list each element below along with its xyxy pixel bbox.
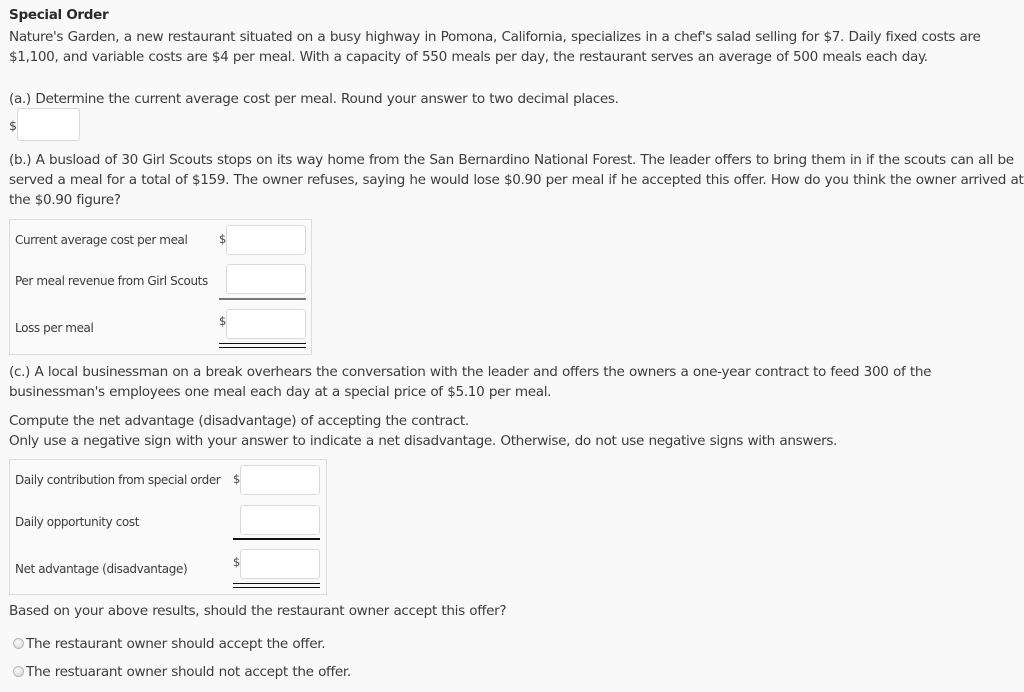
part-b-line-2: served a meal for a total of $159. The o… [9, 172, 1024, 188]
option-not-accept[interactable]: The restuarant owner should not accept t… [13, 662, 373, 682]
part-c-row-label: Net advantage (disadvantage) [15, 562, 188, 576]
part-c-table: Daily contribution from special order $ … [9, 459, 327, 595]
total-rule-top [233, 583, 320, 584]
loss-per-meal-input[interactable] [226, 309, 306, 339]
part-a-question: (a.) Determine the current average cost … [9, 91, 619, 107]
subtotal-rule [233, 538, 320, 540]
daily-contribution-input[interactable] [240, 465, 320, 495]
part-c-row-label: Daily opportunity cost [15, 515, 139, 529]
net-advantage-input[interactable] [240, 549, 320, 579]
total-rule-bottom [233, 587, 320, 588]
intro-line-2: $1,100, and variable costs are $4 per me… [9, 49, 928, 65]
part-c-row-label: Daily contribution from special order [15, 473, 221, 487]
total-rule-bottom [219, 347, 306, 348]
problem-title: Special Order [9, 7, 109, 23]
part-a-answer-input[interactable] [17, 108, 80, 141]
part-c-line-2: businessman's employees one meal each da… [9, 384, 552, 400]
decision-question: Based on your above results, should the … [9, 603, 507, 619]
current-average-cost-input[interactable] [226, 225, 306, 255]
part-b-row-label: Per meal revenue from Girl Scouts [15, 274, 208, 288]
intro-line-1: Nature's Garden, a new restaurant situat… [9, 29, 981, 45]
part-c-instruction-1: Compute the net advantage (disadvantage)… [9, 413, 469, 429]
per-meal-revenue-input[interactable] [226, 264, 306, 294]
part-a-currency: $ [9, 118, 17, 133]
part-c-line-1: (c.) A local businessman on a break over… [9, 364, 932, 380]
total-rule-top [219, 343, 306, 344]
subtotal-rule [219, 298, 306, 300]
radio-not-accept[interactable] [13, 666, 24, 677]
part-c-instruction-2: Only use a negative sign with your answe… [9, 433, 838, 449]
part-b-line-1: (b.) A busload of 30 Girl Scouts stops o… [9, 152, 1014, 168]
option-accept-label[interactable]: The restaurant owner should accept the o… [26, 634, 326, 654]
daily-opportunity-cost-input[interactable] [240, 505, 320, 535]
part-b-row-label: Current average cost per meal [15, 233, 188, 247]
part-b-line-3: the $0.90 figure? [9, 192, 121, 208]
option-not-accept-label[interactable]: The restuarant owner should not accept t… [26, 662, 351, 682]
radio-accept[interactable] [13, 638, 24, 649]
option-accept[interactable]: The restaurant owner should accept the o… [13, 634, 353, 654]
part-b-table: Current average cost per meal $ Per meal… [9, 219, 312, 355]
part-b-row-label: Loss per meal [15, 321, 94, 335]
